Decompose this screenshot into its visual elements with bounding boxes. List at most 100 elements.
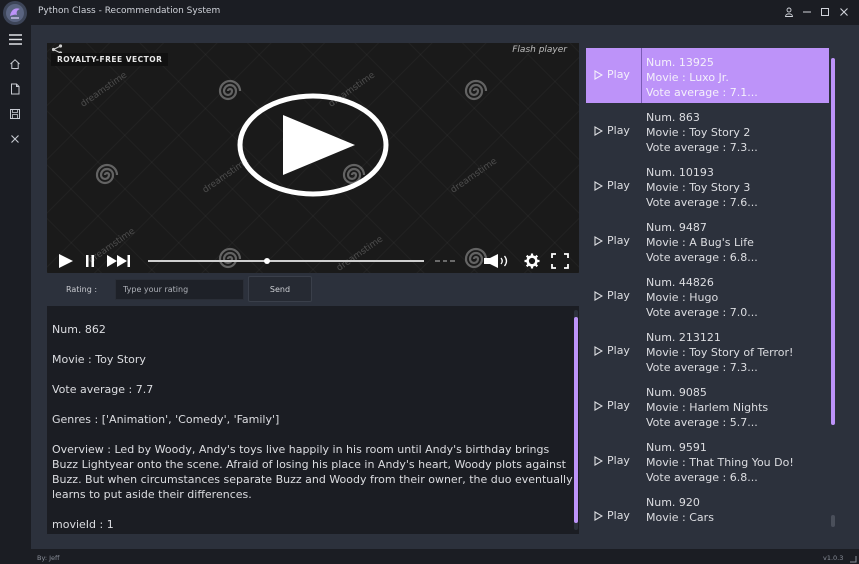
settings-gear-icon[interactable]: [523, 252, 541, 270]
movie-title: Movie : Toy Story 2: [646, 126, 751, 139]
file-icon[interactable]: [4, 78, 26, 100]
play-outline-icon: [594, 180, 603, 191]
play-label: Play: [607, 344, 630, 357]
play-label: Play: [607, 509, 630, 522]
menu-icon[interactable]: [4, 28, 26, 50]
movie-vote: Vote average : 7.0...: [646, 306, 758, 319]
info-genres: Genres : ['Animation', 'Comedy', 'Family…: [52, 413, 280, 426]
play-button[interactable]: Play: [594, 454, 630, 467]
app-logo-icon: [3, 1, 27, 25]
play-icon[interactable]: [57, 252, 75, 270]
list-item[interactable]: Play Num. 920 Movie : Cars: [586, 488, 829, 543]
royalty-free-label: ROYALTY-FREE VECTOR: [51, 53, 169, 66]
pause-icon[interactable]: [84, 252, 96, 270]
play-outline-icon: [594, 69, 603, 80]
item-divider: [641, 48, 642, 103]
movie-vote: Vote average : 7.6...: [646, 196, 758, 209]
close-window-icon[interactable]: [835, 3, 853, 21]
movie-details: Num. 10193 Movie : Toy Story 3 Vote aver…: [646, 165, 758, 210]
movie-num: Num. 9487: [646, 221, 707, 234]
user-icon[interactable]: [780, 3, 798, 21]
sidebar: [0, 25, 31, 564]
play-outline-icon: [594, 345, 603, 356]
movie-vote: Vote average : 5.7...: [646, 416, 758, 429]
maximize-icon[interactable]: [816, 3, 834, 21]
play-outline-icon: [594, 400, 603, 411]
movie-title: Movie : Cars: [646, 511, 714, 524]
seek-handle[interactable]: [263, 258, 270, 264]
volume-icon[interactable]: [483, 252, 513, 270]
info-num: Num. 862: [52, 323, 106, 336]
movie-details: Num. 920 Movie : Cars: [646, 495, 714, 525]
info-overview: Overview : Led by Woody, Andy's toys liv…: [52, 443, 573, 501]
movie-title: Movie : Toy Story 3: [646, 181, 751, 194]
play-outline-icon: [594, 510, 603, 521]
list-scrollbar-thumb[interactable]: [831, 58, 835, 425]
movie-title: Movie : Hugo: [646, 291, 719, 304]
skip-forward-icon[interactable]: [107, 252, 131, 270]
info-movie-id: movieId : 1: [52, 518, 114, 531]
play-label: Play: [607, 399, 630, 412]
play-outline-icon: [594, 455, 603, 466]
save-icon[interactable]: [4, 103, 26, 125]
list-item[interactable]: Play Num. 9487 Movie : A Bug's Life Vote…: [586, 213, 829, 268]
play-button[interactable]: Play: [594, 509, 630, 522]
movie-title: Movie : That Thing You Do!: [646, 456, 794, 469]
movie-num: Num. 863: [646, 111, 700, 124]
list-item[interactable]: Play Num. 9085 Movie : Harlem Nights Vot…: [586, 378, 829, 433]
list-item[interactable]: Play Num. 863 Movie : Toy Story 2 Vote a…: [586, 103, 829, 158]
movie-details: Num. 44826 Movie : Hugo Vote average : 7…: [646, 275, 758, 320]
play-outline-icon: [594, 125, 603, 136]
video-controls: [47, 249, 579, 273]
movie-info-panel: Num. 862 Movie : Toy Story Vote average …: [47, 306, 579, 534]
play-button[interactable]: Play: [594, 399, 630, 412]
movie-num: Num. 920: [646, 496, 700, 509]
big-play-icon[interactable]: [237, 93, 389, 197]
play-label: Play: [607, 179, 630, 192]
send-button[interactable]: Send: [248, 276, 312, 302]
minimize-icon[interactable]: [798, 3, 816, 21]
info-scrollbar-thumb[interactable]: [574, 317, 578, 523]
play-button[interactable]: Play: [594, 124, 630, 137]
list-item[interactable]: Play Num. 13925 Movie : Luxo Jr. Vote av…: [586, 48, 829, 103]
footer-credit: By: Jeff: [37, 554, 60, 562]
play-button[interactable]: Play: [594, 68, 630, 81]
movie-details: Num. 13925 Movie : Luxo Jr. Vote average…: [646, 55, 758, 100]
rating-label: Rating :: [66, 285, 98, 294]
video-player[interactable]: dreamstime dreamstime dreamstime dreamst…: [47, 43, 579, 273]
seek-bar[interactable]: [148, 258, 424, 264]
home-icon[interactable]: [4, 53, 26, 75]
play-button[interactable]: Play: [594, 289, 630, 302]
play-button[interactable]: Play: [594, 234, 630, 247]
movie-num: Num. 13925: [646, 56, 714, 69]
list-item[interactable]: Play Num. 9591 Movie : That Thing You Do…: [586, 433, 829, 488]
list-scrollbar-end[interactable]: [831, 515, 835, 527]
movie-title: Movie : Toy Story of Terror!: [646, 346, 794, 359]
movie-vote: Vote average : 7.3...: [646, 141, 758, 154]
movie-details: Num. 213121 Movie : Toy Story of Terror!…: [646, 330, 793, 375]
resize-grip-icon[interactable]: [849, 555, 857, 563]
title-bar: Python Class - Recommendation System: [0, 0, 859, 25]
fullscreen-icon[interactable]: [550, 252, 570, 270]
movie-details: Num. 9085 Movie : Harlem Nights Vote ave…: [646, 385, 768, 430]
play-label: Play: [607, 234, 630, 247]
info-vote-average: Vote average : 7.7: [52, 383, 154, 396]
play-button[interactable]: Play: [594, 344, 630, 357]
movie-title: Movie : A Bug's Life: [646, 236, 754, 249]
list-item[interactable]: Play Num. 213121 Movie : Toy Story of Te…: [586, 323, 829, 378]
movie-title: Movie : Harlem Nights: [646, 401, 769, 414]
list-item[interactable]: Play Num. 44826 Movie : Hugo Vote averag…: [586, 268, 829, 323]
list-item[interactable]: Play Num. 10193 Movie : Toy Story 3 Vote…: [586, 158, 829, 213]
rating-input[interactable]: [115, 279, 244, 300]
seek-bar-dashes: [435, 260, 455, 262]
info-movie: Movie : Toy Story: [52, 353, 146, 366]
movie-details: Num. 9591 Movie : That Thing You Do! Vot…: [646, 440, 794, 485]
main-panel: dreamstime dreamstime dreamstime dreamst…: [31, 25, 859, 549]
play-button[interactable]: Play: [594, 179, 630, 192]
movie-details: Num. 9487 Movie : A Bug's Life Vote aver…: [646, 220, 758, 265]
movie-vote: Vote average : 6.8...: [646, 471, 758, 484]
footer-version: v1.0.3: [823, 554, 844, 562]
play-label: Play: [607, 289, 630, 302]
movie-details: Num. 863 Movie : Toy Story 2 Vote averag…: [646, 110, 758, 155]
close-icon[interactable]: [4, 128, 26, 150]
